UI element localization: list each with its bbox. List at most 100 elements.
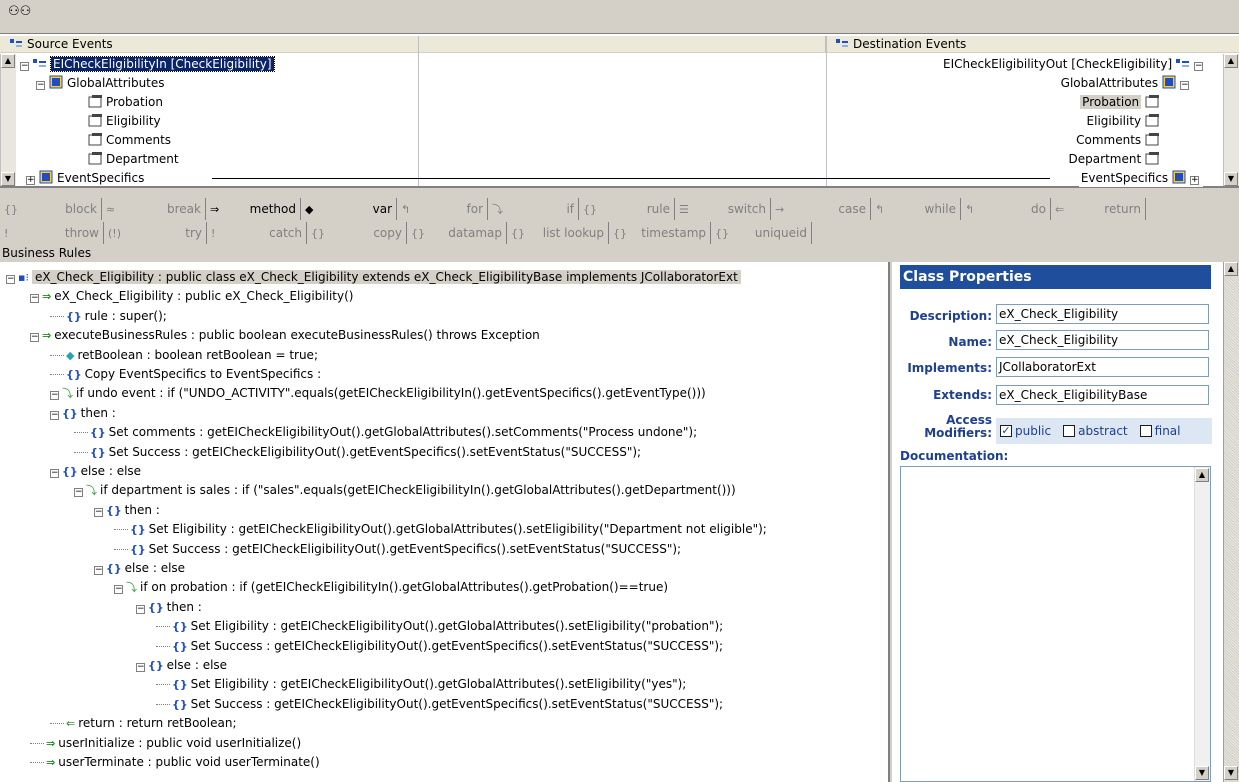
rule-tree-item[interactable]: {} Set comments : getEICheckEligibilityOu… [74, 423, 697, 441]
scroll-down-icon[interactable]: ▼ [1224, 766, 1238, 780]
rule-tree-item[interactable]: −{} then : [94, 501, 160, 519]
row1-rule-button[interactable]: {} rule [579, 198, 675, 220]
description-field[interactable]: eX_Check_Eligibility [996, 304, 1209, 324]
row2-copy-button[interactable]: {} copy [307, 222, 407, 244]
source-tree-leaf[interactable]: Probation [88, 93, 163, 111]
rule-tree-item[interactable]: −{} else : else [94, 559, 185, 577]
rule-tree-item[interactable]: {} rule : super(); [50, 307, 167, 325]
dest-tree-root[interactable]: EICheckEligibilityOut [CheckEligibility]… [943, 55, 1207, 73]
row1-break-button[interactable]: ≈ break [102, 198, 206, 220]
collapse-icon[interactable]: − [36, 81, 45, 90]
rule-tree-item[interactable]: {} Set Eligibility : getEICheckEligibilit… [114, 520, 767, 538]
rule-tree-item[interactable]: ⇒ userTerminate : public void userTermina… [30, 753, 320, 771]
collapse-icon[interactable]: − [30, 294, 39, 304]
dest-tree-node[interactable]: EventSpecifics + [1078, 169, 1203, 187]
row2-throw-button[interactable]: ! throw [0, 222, 104, 244]
dest-tree-leaf[interactable]: Eligibility [1087, 112, 1163, 130]
documentation-scrollbar[interactable]: ▲ ▼ [1194, 467, 1210, 781]
rule-tree-item[interactable]: − ⇒ executeBusinessRules : public boolean … [30, 326, 540, 344]
rule-tree-item[interactable]: −{} else : else [50, 462, 141, 480]
rule-tree-item[interactable]: {} Set Success : getEICheckEligibilityOut… [114, 540, 681, 558]
rule-tree-item[interactable]: −{} then : [50, 404, 116, 422]
rule-tree-item[interactable]: − ▪⁝ eX_Check_Eligibility : public class e… [6, 268, 741, 286]
checkbox-icon[interactable] [1063, 425, 1076, 437]
rule-tree-item[interactable]: {} Set Success : getEICheckEligibilityOut… [74, 443, 641, 461]
documentation-textarea[interactable]: ▲ ▼ [900, 466, 1211, 782]
row2-catch-button[interactable]: ! catch [207, 222, 307, 244]
collapse-icon[interactable]: − [74, 488, 83, 498]
business-rules-tree[interactable]: − ▪⁝ eX_Check_Eligibility : public class e… [0, 262, 890, 782]
row1-case-button[interactable]: → case [771, 198, 871, 220]
collapse-icon[interactable]: − [50, 469, 59, 478]
row1-var-button[interactable]: ◆ var [301, 198, 397, 220]
dest-tree-leaf[interactable]: Comments [1076, 131, 1163, 149]
collapse-icon[interactable]: − [50, 391, 59, 401]
checkbox-icon[interactable] [1139, 425, 1152, 437]
source-tree-root[interactable]: − EICheckEligibilityIn [CheckEligibility] [20, 55, 275, 73]
public-checkbox[interactable]: ✓ public [996, 424, 1051, 438]
name-field[interactable]: eX_Check_Eligibility [996, 330, 1209, 350]
row2-uniqueid-button[interactable]: {} uniqueid [711, 222, 812, 244]
rule-tree-item[interactable]: ◆ retBoolean : boolean retBoolean = true; [50, 346, 318, 364]
rule-tree-item[interactable]: {} Set Success : getEICheckEligibilityOut… [156, 695, 723, 713]
source-tree-leaf[interactable]: Eligibility [88, 112, 161, 130]
source-scrollbar[interactable]: ▲ ▼ [0, 54, 16, 186]
destination-scrollbar[interactable]: ▲ ▼ [1223, 54, 1239, 186]
collapse-icon[interactable]: − [20, 62, 29, 71]
row2-datamap-button[interactable]: {} datamap [407, 222, 507, 244]
source-tree-node[interactable]: + EventSpecifics [26, 169, 144, 187]
expand-icon[interactable]: + [1190, 176, 1199, 185]
source-tree-leaf[interactable]: Comments [88, 131, 171, 149]
row2-timestamp-button[interactable]: {} timestamp [609, 222, 711, 244]
row1-while-button[interactable]: ↰ while [871, 198, 961, 220]
rule-tree-item[interactable]: − ⇒ eX_Check_Eligibility : public eX_Check… [30, 287, 353, 305]
checkbox-icon[interactable]: ✓ [1000, 425, 1012, 437]
row1-if-button[interactable]: ⤵ if [488, 198, 579, 220]
row1-for-button[interactable]: ↰ for [397, 198, 488, 220]
row1-method-button[interactable]: ⇒ method [206, 198, 301, 220]
scroll-down-icon[interactable]: ▼ [1224, 172, 1238, 186]
rule-tree-item[interactable]: −{} else : else [136, 656, 227, 674]
source-event-label[interactable]: EICheckEligibilityIn [CheckEligibility] [50, 56, 275, 72]
row1-return-button[interactable]: ⇐ return [1051, 198, 1146, 220]
final-checkbox[interactable]: final [1136, 424, 1181, 438]
collapse-icon[interactable]: − [136, 663, 145, 672]
collapse-icon[interactable]: − [50, 410, 59, 420]
rule-tree-item[interactable]: −{} then : [136, 598, 202, 616]
collapse-icon[interactable]: − [6, 275, 15, 284]
abstract-checkbox[interactable]: abstract [1059, 424, 1128, 438]
scroll-down-icon[interactable]: ▼ [1195, 766, 1209, 780]
rule-tree-item[interactable]: − ⤵ if on probation : if (getEICheckEligib… [114, 578, 668, 596]
scroll-up-icon[interactable]: ▲ [1224, 54, 1238, 68]
binoculars-icon[interactable]: ⚇⚇ [8, 4, 31, 19]
rule-tree-item[interactable]: − ⤵ if undo event : if ("UNDO_ACTIVITY".eq… [50, 384, 706, 402]
row1-block-button[interactable]: {} block [0, 198, 102, 220]
dest-tree-leaf[interactable]: Department [1069, 150, 1163, 168]
rule-tree-item[interactable]: {} Copy EventSpecifics to EventSpecifics … [50, 365, 321, 383]
row1-switch-button[interactable]: ☰ switch [675, 198, 771, 220]
source-tree-leaf[interactable]: Department [88, 150, 179, 168]
rule-tree-item[interactable]: {} Set Eligibility : getEICheckEligibilit… [156, 675, 686, 693]
collapse-icon[interactable]: − [30, 333, 39, 343]
scroll-up-icon[interactable]: ▲ [1224, 262, 1238, 276]
dest-tree-leaf[interactable]: Probation [1080, 93, 1163, 111]
collapse-icon[interactable]: − [94, 566, 103, 575]
scroll-up-icon[interactable]: ▲ [1195, 468, 1209, 482]
dest-tree-node[interactable]: GlobalAttributes − [1061, 74, 1193, 92]
rule-tree-item[interactable]: {} Set Success : getEICheckEligibilityOut… [156, 637, 723, 655]
collapse-icon[interactable]: − [1180, 81, 1189, 90]
row1-do-button[interactable]: ↰ do [961, 198, 1051, 220]
rule-tree-item[interactable]: ⇒ userInitialize : public void userInitia… [30, 734, 301, 752]
rule-tree-item[interactable]: {} Set Eligibility : getEICheckEligibilit… [156, 617, 723, 635]
rule-tree-item[interactable]: − ⤵ if department is sales : if ("sales".e… [74, 481, 736, 499]
extends-field[interactable]: eX_Check_EligibilityBase [996, 385, 1209, 405]
rule-tree-item[interactable]: ⇐ return : return retBoolean; [50, 714, 236, 732]
expand-icon[interactable]: + [26, 176, 35, 185]
collapse-icon[interactable]: − [94, 507, 103, 517]
collapse-icon[interactable]: − [1194, 62, 1203, 71]
scroll-up-icon[interactable]: ▲ [1, 54, 15, 68]
row2-try-button[interactable]: (!) try [104, 222, 207, 244]
source-tree-node[interactable]: − GlobalAttributes [36, 74, 165, 92]
properties-scrollbar[interactable]: ▲ ▼ [1223, 262, 1239, 782]
implements-field[interactable]: JCollaboratorExt [996, 357, 1209, 377]
